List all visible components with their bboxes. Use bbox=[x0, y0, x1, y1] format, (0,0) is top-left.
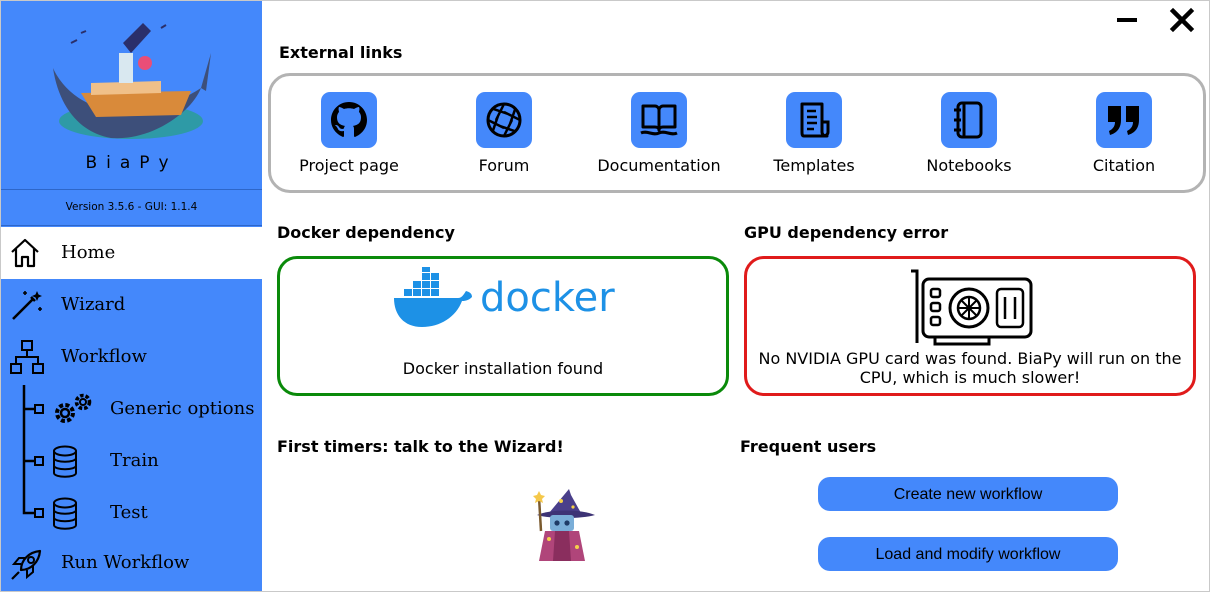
load-workflow-button[interactable]: Load and modify workflow bbox=[818, 537, 1118, 571]
docker-whale-icon bbox=[394, 267, 472, 327]
gpu-dependency-title: GPU dependency error bbox=[744, 223, 949, 242]
app-brand: BiaPy bbox=[85, 153, 178, 173]
github-icon bbox=[321, 92, 377, 148]
sidebar-item-train[interactable]: Train bbox=[1, 435, 262, 487]
sidebar-item-label: Train bbox=[110, 450, 159, 471]
docker-status-message: Docker installation found bbox=[402, 359, 604, 378]
first-timers-title: First timers: talk to the Wizard! bbox=[277, 437, 564, 456]
home-icon bbox=[11, 238, 39, 268]
sidebar-item-wizard[interactable]: Wizard bbox=[1, 279, 262, 331]
gears-icon bbox=[55, 393, 92, 423]
book-icon bbox=[631, 92, 687, 148]
forum-icon bbox=[476, 92, 532, 148]
sidebar-item-generic-options[interactable]: Generic options bbox=[1, 383, 262, 435]
docker-dependency-title: Docker dependency bbox=[277, 223, 455, 242]
link-label: Notebooks bbox=[926, 156, 1012, 175]
sidebar-item-workflow[interactable]: Workflow bbox=[1, 331, 262, 383]
link-project-page[interactable]: Project page bbox=[274, 92, 424, 182]
link-label: Templates bbox=[773, 156, 855, 175]
create-new-workflow-button[interactable]: Create new workflow bbox=[818, 477, 1118, 511]
gpu-status-panel: No NVIDIA GPU card was found. BiaPy will… bbox=[744, 256, 1196, 396]
sidebar-item-label: Test bbox=[110, 502, 148, 523]
database-icon bbox=[53, 497, 77, 530]
link-label: Forum bbox=[478, 156, 530, 175]
external-links-panel: Project page Forum Documentation Templat… bbox=[268, 73, 1206, 193]
sidebar-item-label: Home bbox=[61, 242, 116, 263]
sidebar-item-label: Generic options bbox=[110, 398, 255, 419]
link-templates[interactable]: Templates bbox=[739, 92, 889, 182]
docker-status-panel: docker Docker installation found bbox=[277, 256, 729, 396]
link-forum[interactable]: Forum bbox=[429, 92, 579, 182]
link-notebooks[interactable]: Notebooks bbox=[894, 92, 1044, 182]
database-icon bbox=[53, 445, 77, 478]
gpu-status-message: No NVIDIA GPU card was found. BiaPy will… bbox=[758, 349, 1182, 387]
link-label: Project page bbox=[299, 156, 399, 175]
templates-icon bbox=[786, 92, 842, 148]
sidebar-item-label: Workflow bbox=[61, 346, 147, 367]
sidebar-item-home[interactable]: Home bbox=[1, 227, 262, 279]
sidebar-item-label: Wizard bbox=[61, 294, 126, 315]
link-label: Citation bbox=[1092, 156, 1156, 175]
main-window: BiaPy Version 3.5.6 - GUI: 1.1.4 Home Wi… bbox=[0, 0, 1210, 592]
magic-wand-icon bbox=[12, 291, 42, 320]
workflow-icon bbox=[10, 340, 44, 374]
sidebar-item-run-workflow[interactable]: Run Workflow bbox=[1, 539, 262, 591]
sidebar: BiaPy Version 3.5.6 - GUI: 1.1.4 Home Wi… bbox=[1, 1, 262, 591]
rocket-icon bbox=[11, 549, 42, 580]
wizard-avatar-icon[interactable] bbox=[531, 487, 597, 563]
version-label: Version 3.5.6 - GUI: 1.1.4 bbox=[65, 201, 198, 213]
link-documentation[interactable]: Documentation bbox=[584, 92, 734, 182]
divider bbox=[1, 225, 262, 226]
notebook-icon bbox=[941, 92, 997, 148]
close-icon[interactable] bbox=[1169, 7, 1195, 33]
docker-logo-text: docker bbox=[480, 275, 615, 321]
minimize-icon[interactable] bbox=[1114, 7, 1140, 33]
divider bbox=[1, 189, 262, 190]
sidebar-item-label: Run Workflow bbox=[61, 552, 190, 573]
link-label: Documentation bbox=[597, 156, 721, 175]
link-citation[interactable]: Citation bbox=[1049, 92, 1199, 182]
sidebar-item-test[interactable]: Test bbox=[1, 487, 262, 539]
quote-icon bbox=[1096, 92, 1152, 148]
external-links-title: External links bbox=[279, 43, 403, 62]
gpu-card-icon bbox=[911, 269, 1033, 346]
biapy-logo bbox=[53, 23, 211, 139]
frequent-users-title: Frequent users bbox=[740, 437, 877, 456]
